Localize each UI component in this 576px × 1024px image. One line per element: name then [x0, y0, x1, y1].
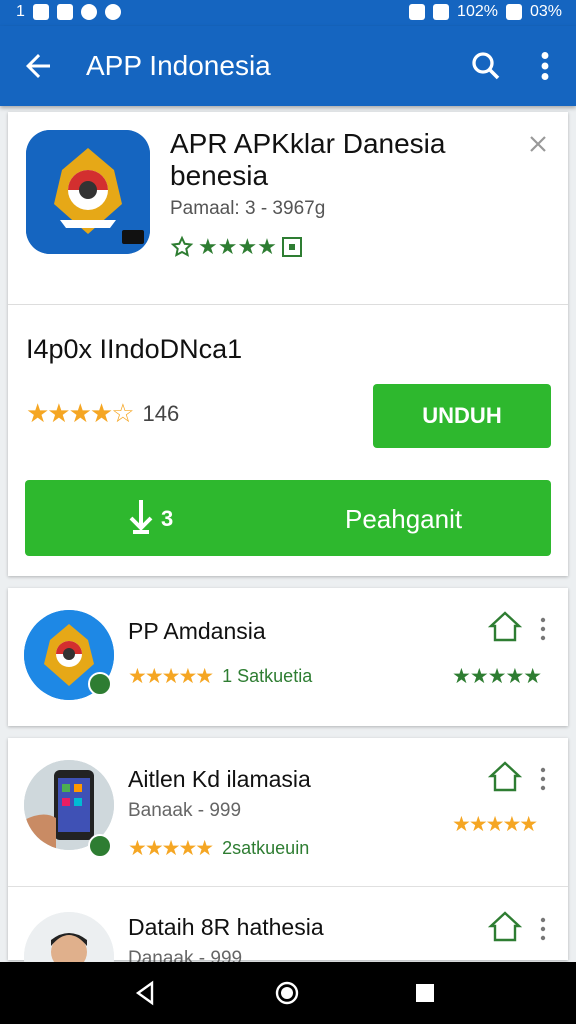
install-house-icon[interactable]	[488, 610, 522, 644]
status-right-text-2: 03%	[529, 3, 562, 20]
wifi-icon	[433, 4, 450, 20]
list-item-title: PP Amdansia	[128, 618, 266, 644]
rating-stars-right: ★★★★★	[452, 813, 538, 836]
status-right: 102% 03%	[409, 3, 562, 21]
triangle-back-icon[interactable]	[130, 978, 160, 1008]
app-meta: Pamaal: 3 - 3967g	[170, 198, 326, 219]
list-item[interactable]: PP Amdansia ★★★★★ 1 Satkuetia ★★★★★	[8, 588, 568, 726]
garuda-emblem-icon	[26, 130, 150, 254]
app-bar-title: APP Indonesia	[86, 50, 271, 81]
verified-badge-icon	[88, 672, 112, 696]
list-item-rating: ★★★★★ 2satkueuin	[128, 836, 309, 861]
rating-stars: ★★★★★	[128, 665, 214, 688]
notification-icon	[32, 4, 49, 20]
system-nav-bar	[0, 962, 576, 1024]
search-icon[interactable]	[468, 48, 504, 84]
list-item-title[interactable]: Dataih 8R hathesia	[128, 914, 324, 941]
square-badge-icon	[281, 237, 302, 257]
more-vert-icon[interactable]	[538, 916, 548, 942]
rating-stars: ★★★★★	[128, 837, 214, 860]
messenger-icon	[104, 4, 121, 20]
more-vert-icon[interactable]	[530, 48, 560, 84]
twitter-icon	[80, 4, 97, 20]
app-name: APR APKklar Danesia benesia	[170, 128, 446, 191]
list-item-title[interactable]: Aitlen Kd ilamasia	[128, 766, 311, 793]
status-left-text: 1	[16, 3, 25, 20]
signal-icon	[409, 4, 426, 20]
download-hand-icon	[129, 500, 153, 534]
image-icon	[56, 4, 73, 20]
circle-home-icon[interactable]	[272, 978, 302, 1008]
star-outline-icon	[170, 235, 194, 257]
list-item-subtitle: Banaak - 999	[128, 800, 242, 821]
arrow-left-icon[interactable]	[20, 48, 56, 84]
rating-row: ★★★★☆ 146	[26, 398, 179, 429]
app-bar: APP Indonesia	[0, 26, 576, 106]
status-bar: 1 102% 03%	[0, 0, 576, 26]
divider	[8, 304, 568, 305]
install-house-icon[interactable]	[488, 910, 522, 944]
list-item-rating: ★★★★★ 1 Satkuetia	[128, 664, 312, 689]
download-label: Peahganit	[345, 504, 463, 534]
verified-badge-icon	[88, 834, 112, 858]
square-recents-icon[interactable]	[410, 978, 440, 1008]
status-right-text-1: 102%	[457, 3, 498, 20]
status-left: 1	[16, 3, 121, 21]
app-icon	[26, 130, 150, 254]
download-count: 3	[161, 506, 174, 531]
install-house-icon[interactable]	[488, 760, 522, 794]
rating-count: 146	[142, 400, 180, 426]
green-star-rating: ★★★★	[198, 234, 277, 259]
more-vert-icon[interactable]	[538, 616, 548, 642]
list-group: Aitlen Kd ilamasia Banaak - 999 ★★★★★ 2s…	[8, 738, 568, 1002]
close-icon[interactable]	[526, 132, 550, 156]
divider	[8, 886, 568, 887]
list-item-tag: 1 Satkuetia	[222, 666, 313, 686]
app-detail-card: APR APKklar Danesia benesia Pamaal: 3 - …	[8, 112, 568, 576]
green-star-rating: ★★★★★	[452, 665, 542, 688]
more-vert-icon[interactable]	[538, 766, 548, 792]
app-badges: ★★★★	[170, 234, 303, 260]
battery-icon	[505, 4, 522, 20]
rating-stars: ★★★★☆	[26, 398, 135, 428]
list-item-tag: 2satkueuin	[222, 838, 310, 858]
install-button[interactable]: UNDUH	[373, 384, 551, 448]
app-subtitle: I4p0x IIndoDNca1	[26, 334, 243, 364]
download-action-button[interactable]: 3 Peahganit	[25, 480, 551, 556]
